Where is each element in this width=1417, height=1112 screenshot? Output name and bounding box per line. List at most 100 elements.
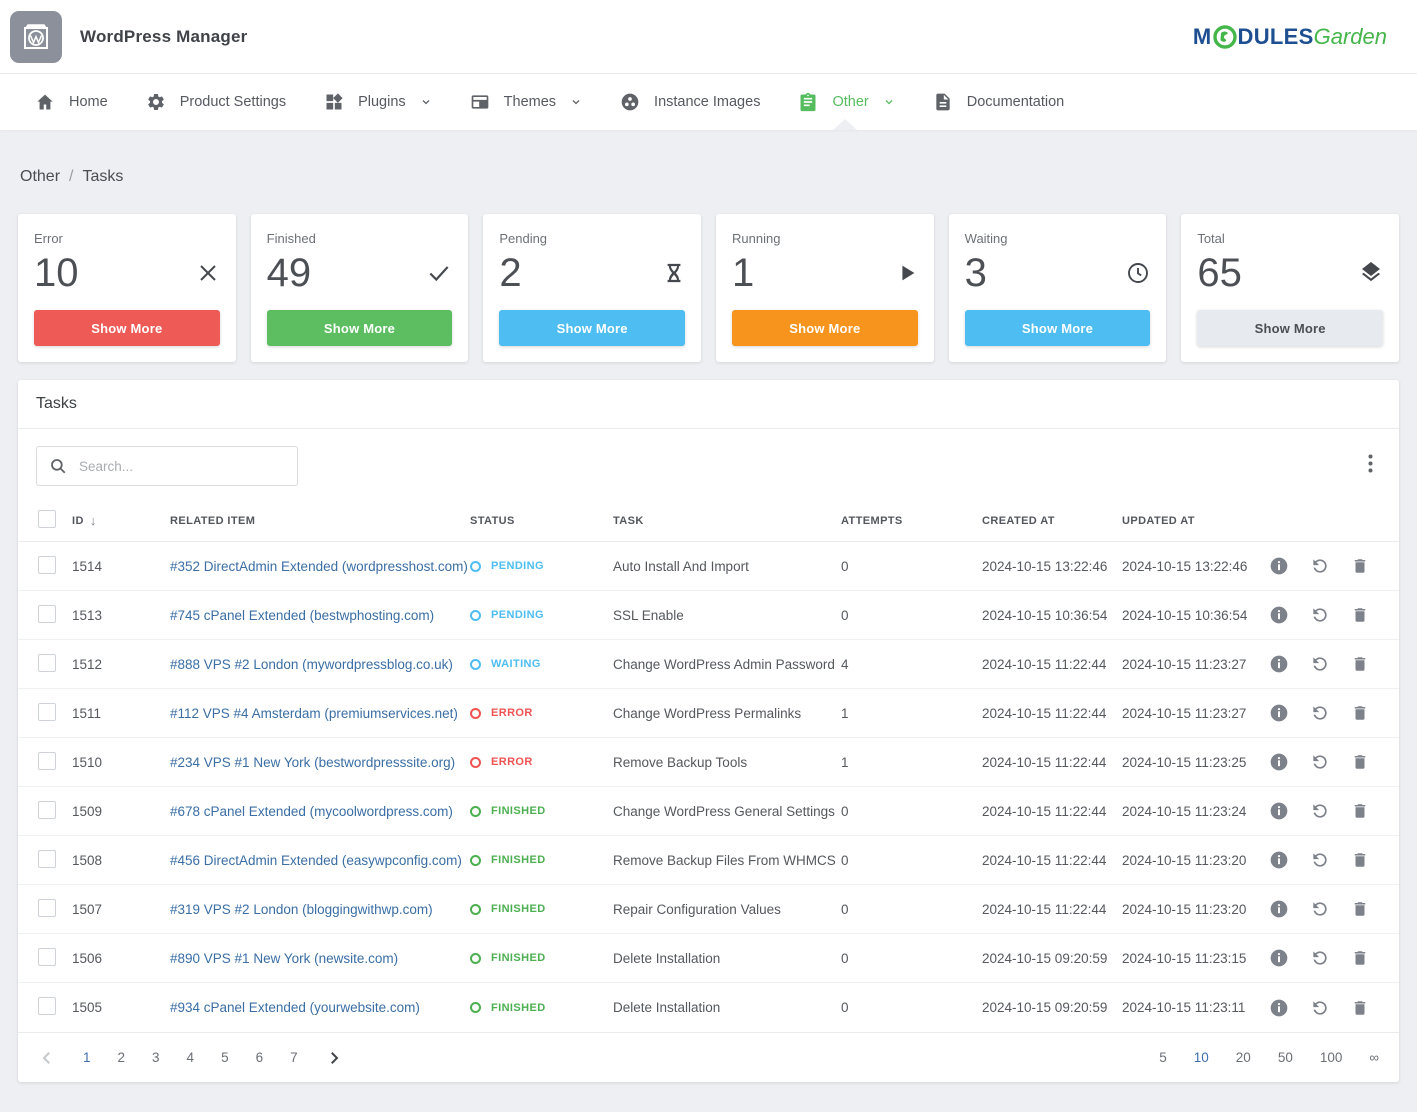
row-checkbox[interactable] xyxy=(38,850,56,868)
row-checkbox[interactable] xyxy=(38,899,56,917)
page-size-option[interactable]: 50 xyxy=(1278,1050,1293,1065)
related-item-link[interactable]: #319 VPS #2 London (bloggingwithwp.com) xyxy=(170,902,433,917)
retry-icon[interactable] xyxy=(1310,556,1330,576)
delete-icon[interactable] xyxy=(1351,752,1369,772)
nav-item-instance-images[interactable]: Instance Images xyxy=(601,74,779,130)
column-header-task[interactable]: TASK xyxy=(613,515,841,527)
show-more-finished-button[interactable]: Show More xyxy=(267,310,453,346)
column-header-id[interactable]: ID↓ xyxy=(72,513,170,528)
page-size-option[interactable]: 10 xyxy=(1194,1050,1209,1065)
info-icon[interactable] xyxy=(1270,850,1289,870)
nav-item-product-settings[interactable]: Product Settings xyxy=(127,74,305,130)
show-more-waiting-button[interactable]: Show More xyxy=(965,310,1151,346)
nav-item-plugins[interactable]: Plugins xyxy=(305,74,451,130)
retry-icon[interactable] xyxy=(1310,752,1330,772)
row-checkbox[interactable] xyxy=(38,605,56,623)
delete-icon[interactable] xyxy=(1351,899,1369,919)
show-more-running-button[interactable]: Show More xyxy=(732,310,918,346)
table-options-menu-icon[interactable] xyxy=(1360,450,1381,482)
row-actions xyxy=(1270,556,1399,576)
table-row: 1507 #319 VPS #2 London (bloggingwithwp.… xyxy=(18,885,1399,934)
page-number[interactable]: 6 xyxy=(256,1050,264,1065)
info-icon[interactable] xyxy=(1270,801,1289,821)
info-icon[interactable] xyxy=(1270,605,1289,625)
column-header-attempts[interactable]: ATTEMPTS xyxy=(841,515,982,527)
retry-icon[interactable] xyxy=(1310,899,1330,919)
column-header-created-at[interactable]: CREATED AT xyxy=(982,515,1122,527)
search-input[interactable] xyxy=(36,446,298,486)
page-number[interactable]: 4 xyxy=(187,1050,195,1065)
related-item-link[interactable]: #934 cPanel Extended (yourwebsite.com) xyxy=(170,1000,420,1015)
row-actions xyxy=(1270,850,1399,870)
related-item-link[interactable]: #890 VPS #1 New York (newsite.com) xyxy=(170,951,398,966)
page-number[interactable]: 3 xyxy=(152,1050,160,1065)
info-icon[interactable] xyxy=(1270,752,1289,772)
delete-icon[interactable] xyxy=(1351,556,1369,576)
card-pending: Pending 2 Show More xyxy=(483,214,701,362)
related-item-link[interactable]: #352 DirectAdmin Extended (wordpresshost… xyxy=(170,559,468,574)
info-icon[interactable] xyxy=(1270,899,1289,919)
task-name: Auto Install And Import xyxy=(613,559,841,574)
related-item-link[interactable]: #745 cPanel Extended (bestwphosting.com) xyxy=(170,608,434,623)
page-number[interactable]: 1 xyxy=(83,1050,91,1065)
nav-item-other[interactable]: Other xyxy=(779,74,913,130)
delete-icon[interactable] xyxy=(1351,605,1369,625)
delete-icon[interactable] xyxy=(1351,801,1369,821)
page-size-option[interactable]: 20 xyxy=(1236,1050,1251,1065)
breadcrumb-separator: / xyxy=(69,168,73,186)
nav-item-themes[interactable]: Themes xyxy=(451,74,601,130)
delete-icon[interactable] xyxy=(1351,948,1369,968)
status-badge: FINISHED xyxy=(470,952,613,964)
related-item-link[interactable]: #678 cPanel Extended (mycoolwordpress.co… xyxy=(170,804,453,819)
column-header-updated-at[interactable]: UPDATED AT xyxy=(1122,515,1270,527)
nav-item-home[interactable]: Home xyxy=(16,74,127,130)
row-checkbox[interactable] xyxy=(38,654,56,672)
info-icon[interactable] xyxy=(1270,948,1289,968)
delete-icon[interactable] xyxy=(1351,998,1369,1018)
created-at: 2024-10-15 11:22:44 xyxy=(982,902,1122,917)
row-checkbox[interactable] xyxy=(38,997,56,1015)
page-size-option[interactable]: 100 xyxy=(1320,1050,1343,1065)
row-actions xyxy=(1270,703,1399,723)
info-icon[interactable] xyxy=(1270,556,1289,576)
retry-icon[interactable] xyxy=(1310,801,1330,821)
retry-icon[interactable] xyxy=(1310,605,1330,625)
related-item-link[interactable]: #234 VPS #1 New York (bestwordpresssite.… xyxy=(170,755,455,770)
column-header-status[interactable]: STATUS xyxy=(470,515,613,527)
row-checkbox[interactable] xyxy=(38,948,56,966)
retry-icon[interactable] xyxy=(1310,850,1330,870)
status-ring-icon xyxy=(470,659,481,670)
related-item-link[interactable]: #888 VPS #2 London (mywordpressblog.co.u… xyxy=(170,657,453,672)
next-page-icon[interactable] xyxy=(325,1049,343,1067)
page-size-option[interactable]: ∞ xyxy=(1369,1050,1379,1065)
row-checkbox[interactable] xyxy=(38,801,56,819)
delete-icon[interactable] xyxy=(1351,850,1369,870)
retry-icon[interactable] xyxy=(1310,948,1330,968)
nav-item-documentation[interactable]: Documentation xyxy=(914,74,1084,130)
show-more-pending-button[interactable]: Show More xyxy=(499,310,685,346)
show-more-error-button[interactable]: Show More xyxy=(34,310,220,346)
related-item-link[interactable]: #456 DirectAdmin Extended (easywpconfig.… xyxy=(170,853,462,868)
info-icon[interactable] xyxy=(1270,703,1289,723)
previous-page-icon[interactable] xyxy=(38,1049,56,1067)
delete-icon[interactable] xyxy=(1351,654,1369,674)
page-number[interactable]: 7 xyxy=(290,1050,298,1065)
show-more-total-button[interactable]: Show More xyxy=(1197,310,1383,346)
row-checkbox[interactable] xyxy=(38,556,56,574)
related-item-link[interactable]: #112 VPS #4 Amsterdam (premiumservices.n… xyxy=(170,706,458,721)
page-number[interactable]: 2 xyxy=(118,1050,126,1065)
row-checkbox[interactable] xyxy=(38,703,56,721)
info-icon[interactable] xyxy=(1270,654,1289,674)
row-checkbox[interactable] xyxy=(38,752,56,770)
column-header-related-item[interactable]: RELATED ITEM xyxy=(170,515,470,527)
info-icon[interactable] xyxy=(1270,998,1289,1018)
page-size-option[interactable]: 5 xyxy=(1159,1050,1167,1065)
status-ring-icon xyxy=(470,953,481,964)
page-number[interactable]: 5 xyxy=(221,1050,229,1065)
retry-icon[interactable] xyxy=(1310,998,1330,1018)
retry-icon[interactable] xyxy=(1310,703,1330,723)
retry-icon[interactable] xyxy=(1310,654,1330,674)
select-all-checkbox[interactable] xyxy=(38,510,56,528)
task-name: Delete Installation xyxy=(613,951,841,966)
delete-icon[interactable] xyxy=(1351,703,1369,723)
